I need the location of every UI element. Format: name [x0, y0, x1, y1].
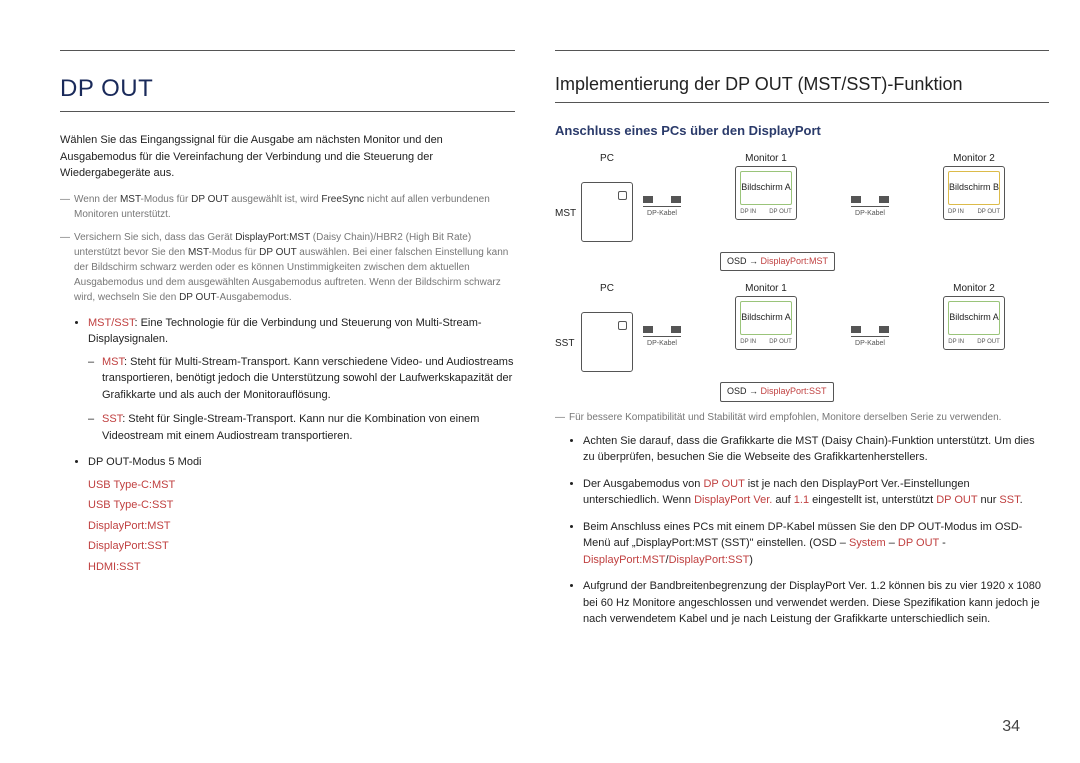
- mode-item: DisplayPort:MST: [88, 518, 515, 535]
- label-monitor2: Monitor 2: [953, 151, 995, 166]
- label-sst: SST: [555, 336, 574, 351]
- screen-a: Bildschirm A: [740, 171, 792, 205]
- sub-sst: SST: Steht für Single-Stream-Transport. …: [88, 411, 515, 444]
- screen-b: Bildschirm B: [948, 171, 1000, 205]
- mode-item: USB Type-C:MST: [88, 477, 515, 494]
- mode-item: DisplayPort:SST: [88, 538, 515, 555]
- label-monitor1: Monitor 1: [745, 151, 787, 166]
- diagram-sst: SST PC DP-Kabel Monitor 1 Bildschirm A: [555, 281, 1049, 402]
- heading-anschluss: Anschluss eines PCs über den DisplayPort: [555, 121, 1049, 141]
- heading-implementierung: Implementierung der DP OUT (MST/SST)-Fun…: [555, 71, 1049, 98]
- note-freesync: Wenn der MST-Modus für DP OUT ausgewählt…: [60, 192, 515, 222]
- note-compat: Für bessere Kompatibilität und Stabilitä…: [555, 410, 1049, 425]
- monitor-icon: Bildschirm B DP IN DP OUT: [943, 166, 1005, 220]
- bullet-dpver: Der Ausgabemodus von DP OUT ist je nach …: [583, 476, 1049, 509]
- monitor-icon: Bildschirm A DP IN DP OUT: [735, 166, 797, 220]
- rule-top-right: [555, 50, 1049, 51]
- cable-icon: DP-Kabel: [643, 196, 681, 220]
- cable-icon: DP-Kabel: [643, 326, 681, 350]
- rule-under-h2: [555, 102, 1049, 103]
- pc-icon: [581, 182, 633, 242]
- bullet-gpu: Achten Sie darauf, dass die Grafikkarte …: [583, 433, 1049, 466]
- monitor-icon: Bildschirm A DP IN DP OUT: [943, 296, 1005, 350]
- intro-text: Wählen Sie das Eingangssignal für die Au…: [60, 132, 515, 182]
- pc-icon: [581, 312, 633, 372]
- page-number: 34: [1002, 715, 1020, 739]
- mode-item: USB Type-C:SST: [88, 497, 515, 514]
- note-hbr2: Versichern Sie sich, dass das Gerät Disp…: [60, 230, 515, 305]
- bullet-modes: DP OUT-Modus 5 Modi USB Type-C:MST USB T…: [88, 454, 515, 575]
- cable-icon: DP-Kabel: [851, 196, 889, 220]
- rule-top-left: [60, 50, 515, 51]
- mode-item: HDMI:SST: [88, 559, 515, 576]
- rule-under-h1: [60, 111, 515, 112]
- bullet-osd-path: Beim Anschluss eines PCs mit einem DP-Ka…: [583, 519, 1049, 569]
- osd-box-sst: OSD → DisplayPort:SST: [720, 382, 834, 402]
- bullet-mst-sst: MST/SST: Eine Technologie für die Verbin…: [88, 315, 515, 445]
- label-mst: MST: [555, 206, 576, 221]
- label-pc: PC: [600, 151, 614, 166]
- heading-dp-out: DP OUT: [60, 71, 515, 107]
- diagram-mst: MST PC DP-Kabel Monitor 1 Bildschirm A: [555, 151, 1049, 272]
- right-column: Implementierung der DP OUT (MST/SST)-Fun…: [555, 50, 1049, 638]
- cable-icon: DP-Kabel: [851, 326, 889, 350]
- sub-mst: MST: Steht für Multi-Stream-Transport. K…: [88, 354, 515, 404]
- left-column: DP OUT Wählen Sie das Eingangssignal für…: [60, 50, 515, 638]
- bullet-list-left: MST/SST: Eine Technologie für die Verbin…: [60, 315, 515, 576]
- bullet-bandwidth: Aufgrund der Bandbreitenbegrenzung der D…: [583, 578, 1049, 628]
- monitor-icon: Bildschirm A DP IN DP OUT: [735, 296, 797, 350]
- osd-box-mst: OSD → DisplayPort:MST: [720, 252, 835, 272]
- bullet-list-right: Achten Sie darauf, dass die Grafikkarte …: [555, 433, 1049, 628]
